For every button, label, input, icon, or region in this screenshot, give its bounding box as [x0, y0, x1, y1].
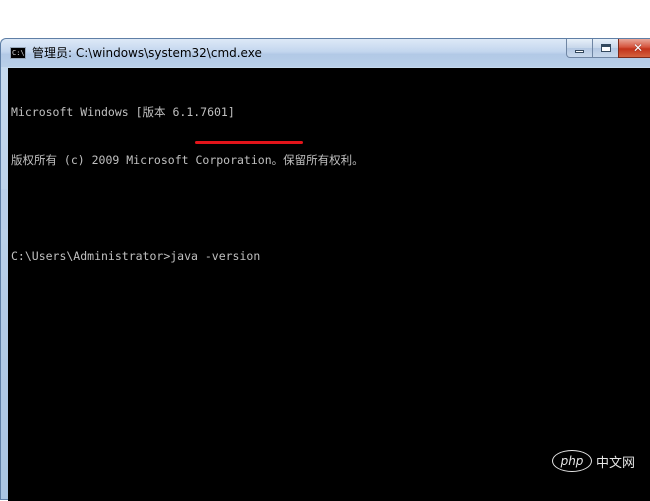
watermark: php 中文网 — [552, 450, 635, 472]
title-bar[interactable]: C:\ 管理员: C:\windows\system32\cmd.exe — [1, 39, 650, 67]
console-line-version: Microsoft Windows [版本 6.1.7601] — [11, 105, 235, 119]
window-border-resize-handle[interactable] — [1, 189, 7, 229]
console-command: java -version — [170, 249, 261, 263]
red-underline-annotation — [195, 141, 303, 144]
cmd-window: C:\ 管理员: C:\windows\system32\cmd.exe ✕ M… — [0, 38, 650, 501]
close-icon: ✕ — [632, 41, 644, 55]
minimize-button[interactable] — [566, 39, 593, 58]
close-button[interactable]: ✕ — [618, 39, 650, 58]
console-prompt: C:\Users\Administrator> — [11, 249, 171, 263]
php-logo: php — [552, 450, 592, 472]
window-title: 管理员: C:\windows\system32\cmd.exe — [32, 46, 262, 60]
maximize-icon — [600, 44, 611, 52]
cmd-icon[interactable]: C:\ — [10, 47, 26, 59]
console-command-line: C:\Users\Administrator>java -version — [11, 248, 648, 264]
console-line-blank — [11, 200, 648, 216]
maximize-button[interactable] — [592, 39, 619, 58]
console-line-copyright: 版权所有 (c) 2009 Microsoft Corporation。保留所有… — [11, 153, 364, 167]
console-output[interactable]: Microsoft Windows [版本 6.1.7601] 版权所有 (c)… — [8, 68, 650, 501]
minimize-icon — [575, 49, 584, 53]
watermark-text: 中文网 — [596, 455, 636, 471]
